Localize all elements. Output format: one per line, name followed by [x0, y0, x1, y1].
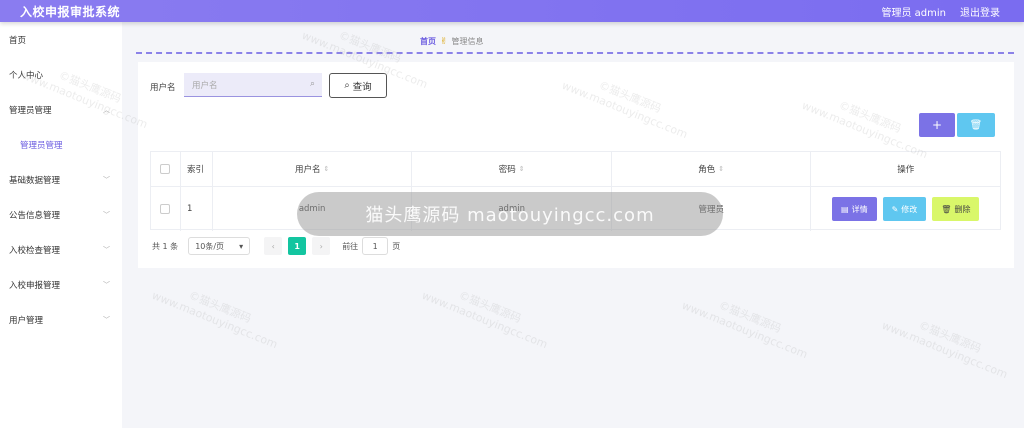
edit-button-label: 修改 [901, 204, 918, 214]
sidebar-item-label: 首页 [9, 35, 27, 46]
detail-button[interactable]: ▤ 详情 [832, 197, 877, 221]
sidebar-item-user-management[interactable]: 用户管理 ﹀ [0, 302, 122, 337]
edit-button[interactable]: ✎ 修改 [882, 197, 927, 221]
document-icon: ▤ [841, 204, 849, 214]
sidebar-item-home[interactable]: 首页 [0, 22, 122, 57]
page-size-value: 10条/页 [195, 241, 225, 251]
delete-button[interactable]: 🗑 删除 [932, 197, 980, 221]
cell-operations: ▤ 详情 ✎ 修改 🗑 删除 [811, 187, 1000, 231]
select-all-checkbox[interactable] [160, 164, 171, 174]
sidebar-item-label: 管理员管理 [20, 140, 63, 151]
breadcrumb: 首页 ✌ 管理信息 [420, 36, 484, 47]
sidebar: 首页 个人中心 管理员管理 ︿ 管理员管理 基础数据管理 ﹀ 公告信息管理 ﹀ … [0, 22, 122, 428]
sidebar-item-label: 个人中心 [9, 70, 44, 81]
sort-icon[interactable]: ⇕ [323, 165, 329, 173]
watermark: ©猫头鹰源码 www.maotouyingcc.com [680, 298, 810, 362]
cell-index: 1 [181, 187, 213, 231]
detail-button-label: 详情 [851, 204, 868, 214]
watermark: ©猫头鹰源码 www.maotouyingcc.com [420, 288, 550, 352]
top-bar: 入校申报审批系统 管理员 admin 退出登录 [0, 0, 1024, 22]
page-suffix: 页 [392, 241, 401, 251]
header-actions: 管理员 admin 退出登录 [881, 4, 1000, 19]
header-checkbox-cell [151, 152, 181, 186]
chevron-right-icon: › [319, 241, 323, 251]
header-username-label: 用户名 [294, 165, 321, 175]
search-icon: ⌕ [309, 79, 315, 89]
sidebar-item-label: 用户管理 [9, 315, 44, 326]
sidebar-item-profile[interactable]: 个人中心 [0, 57, 122, 92]
sidebar-item-label: 入校检查管理 [9, 245, 61, 256]
header-role-label: 角色 [698, 165, 716, 175]
watermark: ©猫头鹰源码 www.maotouyingcc.com [880, 318, 1010, 382]
sidebar-item-label: 管理员管理 [9, 105, 52, 116]
breadcrumb-current: 管理信息 [451, 37, 484, 46]
breadcrumb-home[interactable]: 首页 [420, 36, 436, 47]
breadcrumb-bar: 首页 ✌ 管理信息 [136, 30, 1014, 54]
sort-icon[interactable]: ⇕ [519, 165, 525, 173]
logout-link[interactable]: 退出登录 [960, 4, 1000, 19]
chevron-down-icon: ﹀ [103, 210, 110, 219]
header-operation: 操作 [811, 152, 1000, 186]
batch-delete-button[interactable]: 🗑 [957, 113, 995, 137]
header-index-label: 索引 [186, 165, 204, 175]
header-password[interactable]: 密码 ⇕ [412, 152, 612, 186]
search-input[interactable]: 用户名 ⌕ [184, 73, 322, 97]
header-password-label: 密码 [498, 165, 516, 175]
admin-user-label[interactable]: 管理员 admin [881, 4, 946, 19]
prev-page-button[interactable]: ‹ [264, 237, 283, 255]
page-number-button[interactable]: 1 [288, 237, 307, 255]
next-page-button[interactable]: › [312, 237, 331, 255]
trash-icon: 🗑 [941, 204, 952, 214]
query-button[interactable]: ⌕ 查询 [329, 73, 387, 98]
chevron-down-icon: ﹀ [103, 315, 110, 324]
table-header-row: 索引 用户名 ⇕ 密码 ⇕ 角色 ⇕ 操作 [151, 152, 1000, 187]
chevron-down-icon: ▾ [239, 241, 244, 251]
sort-icon[interactable]: ⇕ [718, 165, 724, 173]
app-title: 入校申报审批系统 [20, 4, 121, 19]
pencil-icon: ✎ [891, 204, 899, 214]
trash-icon: 🗑 [969, 119, 983, 131]
search-placeholder: 用户名 [192, 80, 218, 91]
watermark: ©猫头鹰源码 www.maotouyingcc.com [150, 288, 280, 352]
hand-icon: ✌ [440, 36, 448, 47]
delete-button-label: 删除 [954, 204, 971, 214]
pagination: 共 1 条 10条/页 ▾ ‹ 1 › 前往 1 页 [152, 237, 400, 255]
goto-page-input[interactable]: 1 [362, 237, 389, 255]
header-operation-label: 操作 [897, 165, 915, 175]
sidebar-item-label: 入校申报管理 [9, 280, 61, 291]
sidebar-item-basic-data[interactable]: 基础数据管理 ﹀ [0, 162, 122, 197]
row-checkbox[interactable] [160, 204, 171, 214]
goto-label: 前往 [342, 241, 359, 251]
chevron-down-icon: ﹀ [103, 245, 110, 254]
sidebar-item-admin-management[interactable]: 管理员管理 ︿ [0, 92, 122, 127]
query-button-label: 查询 [352, 81, 372, 93]
sidebar-item-entry-declare[interactable]: 入校申报管理 ﹀ [0, 267, 122, 302]
row-checkbox-cell [151, 187, 181, 231]
watermark-banner: 猫头鹰源码 maotouyingcc.com [297, 192, 723, 236]
sidebar-item-notice[interactable]: 公告信息管理 ﹀ [0, 197, 122, 232]
sidebar-item-label: 公告信息管理 [9, 210, 61, 221]
header-username[interactable]: 用户名 ⇕ [213, 152, 413, 186]
page-size-select[interactable]: 10条/页 ▾ [188, 237, 251, 255]
header-index: 索引 [181, 152, 213, 186]
chevron-up-icon: ︿ [103, 105, 110, 114]
plus-icon: + [931, 118, 943, 132]
search-icon: ⌕ [344, 80, 350, 91]
sidebar-item-label: 基础数据管理 [9, 175, 61, 186]
chevron-down-icon: ﹀ [103, 175, 110, 184]
header-role[interactable]: 角色 ⇕ [612, 152, 812, 186]
sidebar-item-entry-check[interactable]: 入校检查管理 ﹀ [0, 232, 122, 267]
chevron-down-icon: ﹀ [103, 280, 110, 289]
sidebar-subitem-admin-management[interactable]: 管理员管理 [0, 127, 122, 162]
total-count: 共 1 条 [152, 241, 179, 251]
chevron-left-icon: ‹ [271, 241, 275, 251]
add-button[interactable]: + [919, 113, 955, 137]
content-panel: 用户名 用户名 ⌕ ⌕ 查询 + 🗑 索引 用户名 ⇕ 密码 ⇕ 角色 ⇕ 操作… [138, 62, 1014, 268]
search-label: 用户名 [150, 83, 176, 93]
